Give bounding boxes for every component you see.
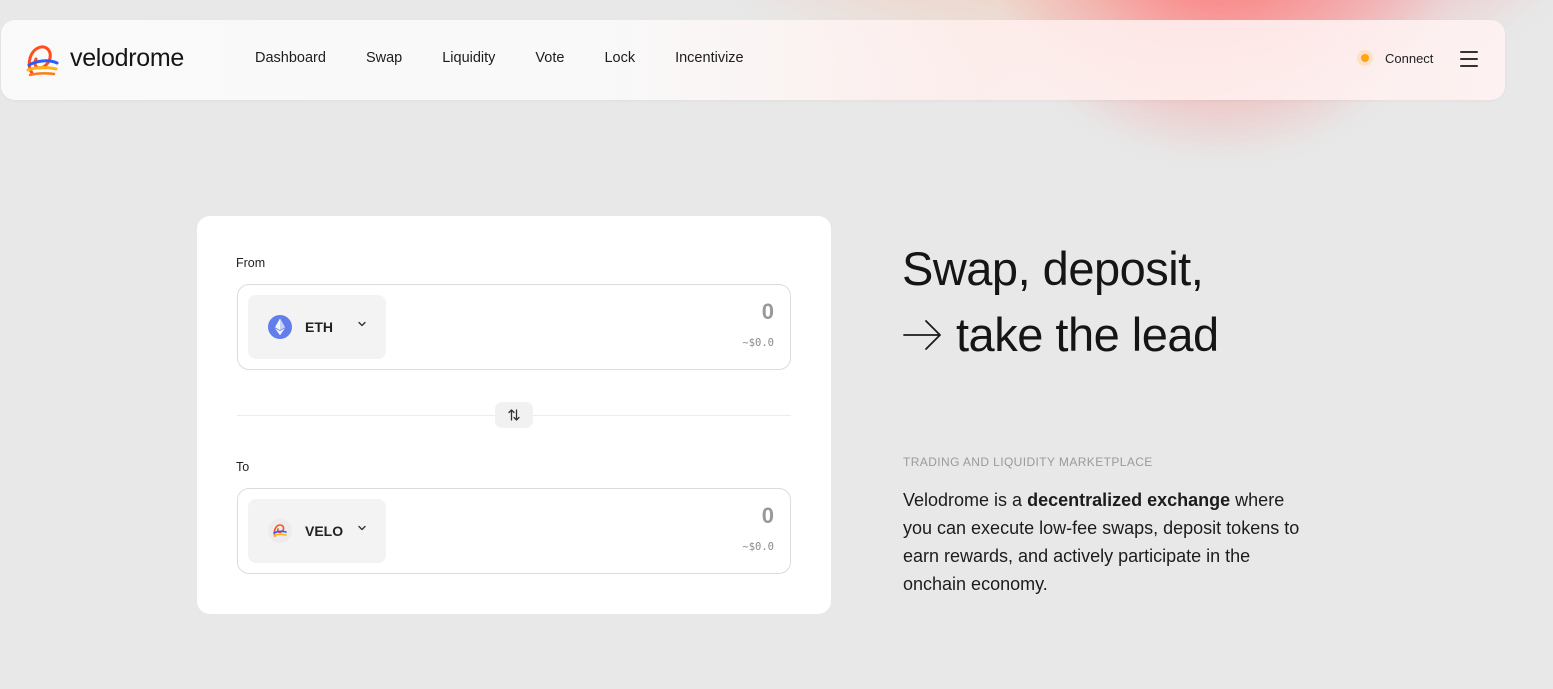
from-token-select[interactable]: ETH (248, 295, 386, 359)
brand-name[interactable]: velodrome (70, 44, 184, 73)
hamburger-menu-icon[interactable] (1460, 51, 1478, 67)
nav-lock[interactable]: Lock (604, 50, 635, 66)
connection-status-icon (1357, 50, 1373, 66)
connect-wallet-button[interactable]: Connect (1357, 50, 1433, 66)
arrow-right-icon (903, 320, 941, 350)
velodrome-token-icon (268, 519, 292, 543)
to-label: To (236, 460, 250, 474)
nav-incentivize[interactable]: Incentivize (675, 50, 744, 66)
swap-card: From ETH ~$0.0 To (197, 216, 831, 614)
swap-arrows-icon (508, 409, 520, 421)
desc-emphasis: decentralized exchange (1027, 490, 1231, 510)
ethereum-icon (268, 315, 292, 339)
hero-title-line2: take the lead (902, 302, 1219, 368)
connect-label: Connect (1385, 50, 1434, 66)
swap-direction-button[interactable] (495, 402, 533, 428)
nav-swap[interactable]: Swap (366, 50, 402, 66)
top-navbar: velodrome Dashboard Swap Liquidity Vote … (1, 20, 1505, 100)
hero-title-line2-text: take the lead (956, 308, 1219, 361)
chevron-down-icon (358, 321, 366, 327)
to-token-select[interactable]: VELO (248, 499, 386, 563)
from-token-symbol: ETH (305, 319, 333, 335)
desc-part1: Velodrome is a (903, 490, 1028, 510)
to-token-symbol: VELO (305, 523, 344, 539)
hero-title-line1: Swap, deposit, (902, 242, 1204, 295)
to-amount-input[interactable] (574, 503, 774, 529)
to-usd-value: ~$0.0 (742, 541, 774, 553)
chevron-down-icon (358, 525, 366, 531)
from-amount-input[interactable] (574, 299, 774, 325)
nav-liquidity[interactable]: Liquidity (442, 50, 495, 66)
nav-vote[interactable]: Vote (535, 50, 564, 66)
from-usd-value: ~$0.0 (742, 337, 774, 349)
hero-title: Swap, deposit, take the lead (902, 236, 1219, 368)
from-token-field: ETH ~$0.0 (237, 284, 791, 370)
from-label: From (236, 256, 266, 270)
hero-description: Velodrome is a decentralized exchange wh… (903, 486, 1313, 598)
nav-dashboard[interactable]: Dashboard (255, 50, 326, 66)
to-token-field: VELO ~$0.0 (237, 488, 791, 574)
velodrome-logo-icon[interactable] (24, 43, 60, 79)
main-nav: Dashboard Swap Liquidity Vote Lock Incen… (255, 50, 784, 66)
tagline: TRADING AND LIQUIDITY MARKETPLACE (903, 455, 1153, 469)
